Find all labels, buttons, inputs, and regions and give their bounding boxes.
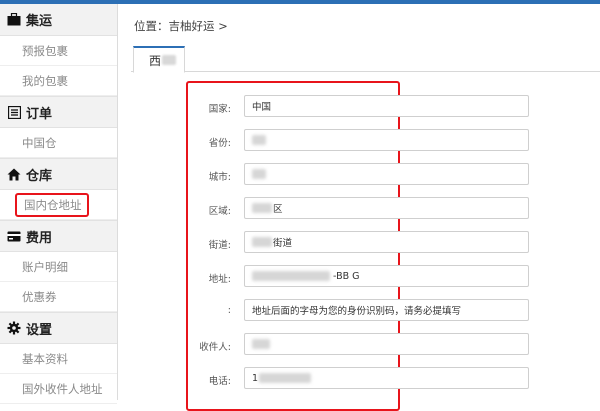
field-value: -BB G: [333, 270, 360, 282]
field-value: 区: [273, 204, 283, 215]
sidebar-item-basic-profile[interactable]: 基本资料: [0, 344, 117, 374]
field-label: 国家:: [208, 104, 231, 115]
street-field[interactable]: 街道: [244, 231, 529, 253]
redacted-text: [259, 373, 312, 383]
sidebar-section-title: 订单: [26, 106, 53, 122]
district-field[interactable]: 区: [244, 197, 529, 219]
sidebar-section-orders[interactable]: 订单: [0, 96, 117, 128]
home-icon: [6, 166, 22, 182]
sidebar-section-title: 仓库: [26, 168, 53, 184]
sidebar-section-title: 设置: [26, 322, 53, 338]
sidebar-section-title: 费用: [26, 230, 53, 246]
field-label: 地址:: [208, 274, 231, 285]
sidebar-section-warehouse[interactable]: 仓库: [0, 158, 117, 190]
highlight-box: [15, 193, 89, 217]
field-label: :: [227, 305, 231, 316]
sidebar-item-china-warehouse[interactable]: 中国仓: [0, 128, 117, 158]
form-row-address: 地址: -BB G: [186, 265, 600, 289]
sidebar: 集运 预报包裹 我的包裹 订单 中国仓 仓库 国内仓地址 费用 账户明细 优惠券…: [0, 4, 118, 404]
city-field[interactable]: [244, 163, 529, 185]
sidebar-section-fees[interactable]: 费用: [0, 220, 117, 252]
tab-label: 西: [149, 53, 162, 68]
tab-divider: [131, 71, 600, 72]
field-value: 1: [252, 372, 259, 384]
field-label: 街道:: [208, 240, 231, 251]
form-row-recipient: 收件人:: [186, 333, 600, 357]
redacted-text: [252, 169, 266, 179]
list-icon: [6, 104, 22, 120]
country-field[interactable]: 中国: [244, 95, 529, 117]
note-field[interactable]: 地址后面的字母为您的身份识别码，请务必提填写: [244, 299, 529, 321]
sidebar-item-domestic-warehouse-address[interactable]: 国内仓地址: [0, 190, 117, 220]
address-field[interactable]: -BB G: [244, 265, 529, 287]
main-content: 位置：吉柚好运 > 西 国家: 中国 省份: 城市: 区域: 区 街道: 街道 …: [119, 4, 600, 411]
sidebar-item-my-packages[interactable]: 我的包裹: [0, 66, 117, 96]
field-label: 收件人:: [199, 342, 231, 353]
form-row-street: 街道: 街道: [186, 231, 600, 255]
province-field[interactable]: [244, 129, 529, 151]
redacted-text: [252, 271, 330, 281]
redacted-text: [252, 203, 272, 213]
field-value: 街道: [273, 238, 293, 249]
phone-field[interactable]: 1: [244, 367, 529, 389]
breadcrumb: 位置：吉柚好运 >: [134, 19, 228, 33]
sidebar-item-forecast-package[interactable]: 预报包裹: [0, 36, 117, 66]
briefcase-icon: [6, 12, 22, 28]
recipient-field[interactable]: [244, 333, 529, 355]
sidebar-item-coupons[interactable]: 优惠券: [0, 282, 117, 312]
form-row-district: 区域: 区: [186, 197, 600, 221]
field-label: 城市:: [208, 172, 231, 183]
sidebar-item-account-details[interactable]: 账户明细: [0, 252, 117, 282]
form-row-phone: 电话: 1: [186, 367, 600, 391]
redacted-text: [252, 339, 270, 349]
redacted-text: [252, 135, 266, 145]
form-row-province: 省份:: [186, 129, 600, 153]
sidebar-section-jiyun[interactable]: 集运: [0, 4, 117, 36]
field-value: 中国: [252, 102, 272, 113]
form-row-city: 城市:: [186, 163, 600, 187]
redacted-text: [162, 55, 177, 65]
field-label: 区域:: [208, 206, 231, 217]
gear-icon: [6, 320, 22, 336]
sidebar-section-title: 集运: [26, 14, 53, 29]
credit-card-icon: [6, 228, 22, 244]
sidebar-section-settings[interactable]: 设置: [0, 312, 117, 344]
form-row-note: : 地址后面的字母为您的身份识别码，请务必提填写: [186, 299, 600, 323]
field-label: 电话:: [208, 376, 231, 387]
redacted-text: [252, 237, 272, 247]
field-value: 地址后面的字母为您的身份识别码，请务必提填写: [252, 306, 462, 317]
form-row-country: 国家: 中国: [186, 95, 600, 119]
field-label: 省份:: [208, 138, 231, 149]
tab-warehouse[interactable]: 西: [133, 46, 185, 73]
